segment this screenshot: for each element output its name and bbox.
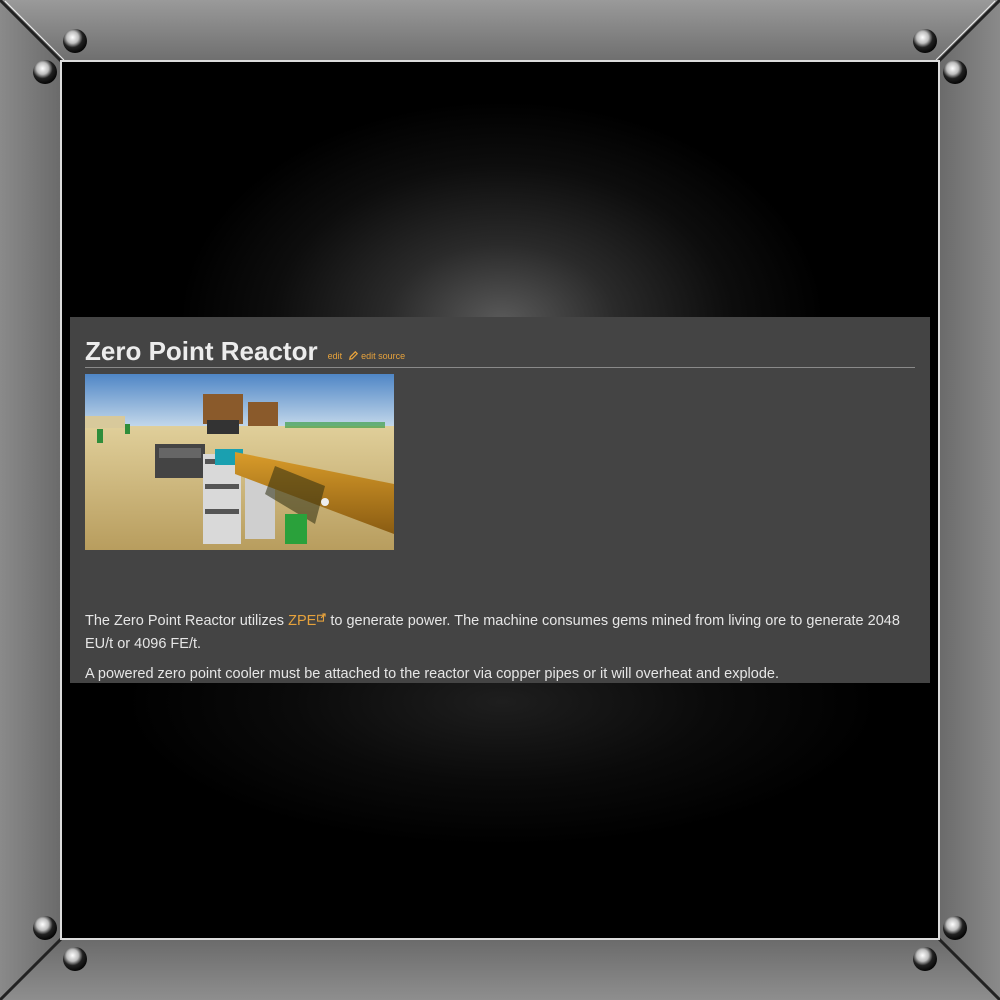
paragraph-2: A powered zero point cooler must be atta…	[85, 666, 779, 682]
article-image[interactable]	[85, 374, 394, 550]
screen-background-lower	[62, 682, 938, 938]
edit-links: edit edit source	[328, 350, 406, 361]
external-link-icon	[317, 613, 326, 622]
article-panel: Zero Point Reactor edit edit source The …	[70, 317, 930, 683]
paragraph-1: The Zero Point Reactor utilizes ZPE to g…	[85, 610, 915, 656]
article-content: The Zero Point Reactor utilizes ZPE to g…	[85, 610, 915, 686]
article-heading: Zero Point Reactor edit edit source	[85, 327, 915, 368]
edit-link[interactable]: edit	[328, 351, 343, 361]
edit-source-link[interactable]: edit source	[361, 351, 405, 361]
paragraph-1-text-before: The Zero Point Reactor utilizes	[85, 613, 289, 629]
page-title: Zero Point Reactor	[85, 336, 318, 366]
zpe-link[interactable]: ZPE	[288, 613, 316, 629]
pencil-icon	[349, 350, 359, 360]
